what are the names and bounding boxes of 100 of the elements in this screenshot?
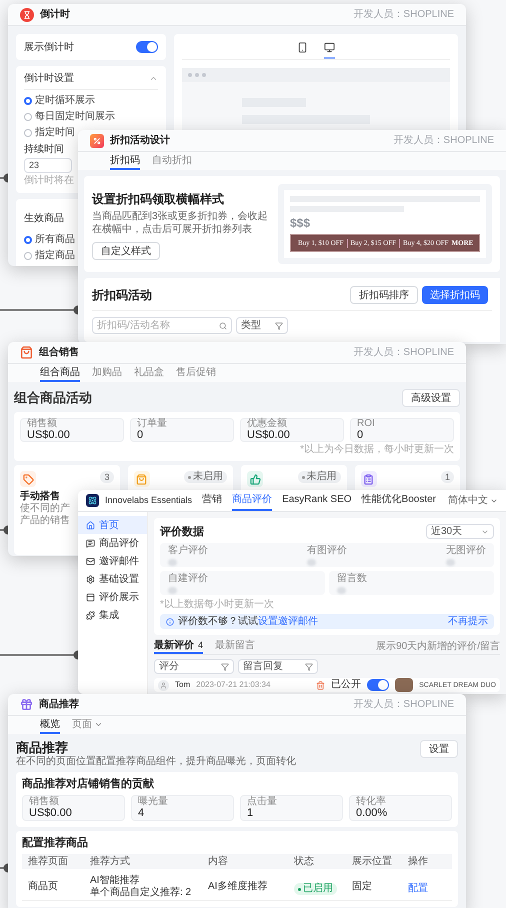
sidebar-item[interactable]: 基础设置 — [78, 570, 147, 588]
metric-label: 无图评价 — [446, 544, 486, 556]
radio-label: 所有商品 — [35, 234, 75, 246]
tip-link[interactable]: 设置邀评邮件 — [258, 616, 318, 626]
settings-button[interactable]: 设置 — [420, 740, 458, 758]
sidebar-item[interactable]: 商品评价 — [78, 534, 147, 552]
card-title: 手动搭售 — [20, 491, 60, 503]
table-cell-text: 固定 — [352, 880, 373, 894]
secondary-button[interactable]: 折扣码排序 — [350, 286, 418, 304]
tab[interactable]: 折扣码 — [110, 153, 140, 170]
count-badge: 3 — [100, 471, 114, 483]
stat-label: 优惠金额 — [247, 419, 288, 429]
metric-label: 有图评价 — [307, 544, 347, 556]
stat-value: 0 — [357, 429, 364, 441]
stat-value: US$0.00 — [247, 429, 291, 441]
table-cell-text: 单个商品自定义推荐: 2 — [90, 886, 192, 898]
atom-icon — [86, 494, 99, 507]
price-text: $$$ — [290, 216, 312, 230]
status-badge: 未启用 — [184, 471, 227, 483]
range-note: 展示90天内新增的评价/留言 — [376, 640, 500, 654]
tab[interactable]: 最新评价 4 — [154, 639, 204, 654]
brand-name: Innovelabs Essentials — [105, 494, 192, 507]
radio-button[interactable] — [24, 97, 32, 105]
filter-icon — [221, 662, 229, 670]
stat-value: 0.00% — [356, 806, 388, 820]
clipboard-icon — [360, 471, 376, 487]
radio-button[interactable] — [24, 129, 32, 137]
column-header: 内容 — [208, 856, 229, 868]
search-input[interactable]: 折扣码/活动名称 — [97, 318, 219, 333]
tab[interactable]: 组合商品 — [40, 365, 80, 382]
chevron-up-icon[interactable] — [149, 74, 158, 83]
radio-label: 每日固定时间展示 — [35, 111, 115, 123]
shopping-bag-icon — [20, 346, 33, 359]
window-title: 折扣活动设计 — [110, 134, 170, 148]
configure-link[interactable]: 配置 — [408, 882, 428, 894]
stat-value: US$0.00 — [29, 806, 73, 820]
count-badge: 1 — [440, 471, 454, 483]
toggle-switch[interactable] — [367, 679, 390, 691]
tip-text: 评价数不够？试试设置邀评邮件 — [178, 616, 318, 628]
shopping-bag-icon — [134, 471, 150, 487]
status-badge: 已启用 — [294, 883, 337, 895]
radio-button[interactable] — [24, 113, 32, 121]
custom-style-button[interactable]: 自定义样式 — [92, 242, 160, 260]
field-label: 持续时间 — [24, 144, 64, 156]
stat-value: 1 — [247, 806, 254, 820]
card-title: 配置推荐商品 — [22, 837, 89, 850]
table-cell-text: 商品页 — [28, 880, 59, 894]
status-badge: 未启用 — [298, 471, 340, 483]
card-title: 折扣码活动 — [92, 288, 152, 302]
date-range-select[interactable]: 近30天 — [426, 524, 494, 539]
radio-button[interactable] — [24, 236, 32, 244]
card-title: 设置折扣码领取横幅样式 — [92, 192, 224, 206]
column-header: 状态 — [294, 856, 315, 868]
caret-icon — [94, 720, 103, 729]
mail-icon — [86, 556, 95, 566]
toggle-switch[interactable] — [136, 41, 158, 53]
stat-label: ROI — [357, 419, 376, 429]
thumbs-up-icon — [247, 471, 263, 487]
window-dots-icon — [188, 73, 206, 77]
nav-tab[interactable]: 性能优化Booster — [362, 490, 436, 511]
radio-label: 指定时间 — [35, 127, 75, 139]
search-field[interactable]: 折扣码/活动名称 — [92, 317, 232, 334]
blurred-value — [168, 558, 177, 566]
home-icon — [86, 520, 95, 530]
stat-label: 订单量 — [137, 419, 168, 429]
settings-icon — [86, 574, 95, 584]
sidebar-item[interactable]: 首页 — [78, 516, 147, 534]
filter-icon — [275, 322, 283, 330]
hourglass-icon — [20, 8, 34, 22]
avatar-icon — [158, 680, 169, 690]
nav-tab[interactable]: EasyRank SEO — [282, 490, 352, 511]
dismiss-link[interactable]: 不再提示 — [448, 616, 488, 628]
gift-icon — [20, 698, 33, 711]
filter-select[interactable]: 留言回复 — [238, 659, 318, 674]
nav-tab[interactable]: 营销 — [202, 490, 222, 511]
monitor-icon[interactable] — [324, 42, 335, 59]
hint-text: 倒计时将在 — [24, 175, 74, 187]
language-selector[interactable]: 简体中文 — [448, 493, 498, 508]
type-filter[interactable]: 类型 — [236, 317, 288, 334]
radio-label: 定时循环展示 — [35, 95, 95, 107]
sidebar-item[interactable]: 邀评邮件 — [78, 552, 147, 570]
radio-button[interactable] — [24, 252, 32, 260]
stat-value: 4 — [138, 806, 146, 820]
filter-select[interactable]: 评分 — [154, 659, 234, 674]
duration-field[interactable]: 23 — [24, 158, 72, 173]
trash-icon[interactable] — [316, 680, 326, 690]
info-icon — [166, 618, 174, 626]
sidebar-item[interactable]: 评价展示 — [78, 588, 147, 606]
tag-icon — [20, 471, 36, 487]
sidebar-item[interactable]: 集成 — [78, 606, 147, 624]
primary-button[interactable]: 选择折扣码 — [422, 286, 488, 304]
advanced-settings-button[interactable]: 高级设置 — [402, 389, 460, 407]
search-icon — [219, 322, 227, 330]
metric-label: 自建评价 — [168, 572, 208, 584]
table-cell-text: AI智能推荐 — [90, 874, 140, 886]
card-description: 产品的销售 — [20, 515, 70, 527]
tab[interactable]: 加购品 — [92, 365, 122, 382]
update-note: *以上数据每小时更新一次 — [160, 599, 275, 610]
tab[interactable]: 概览 — [40, 717, 60, 734]
setting-label: 展示倒计时 — [24, 40, 74, 54]
